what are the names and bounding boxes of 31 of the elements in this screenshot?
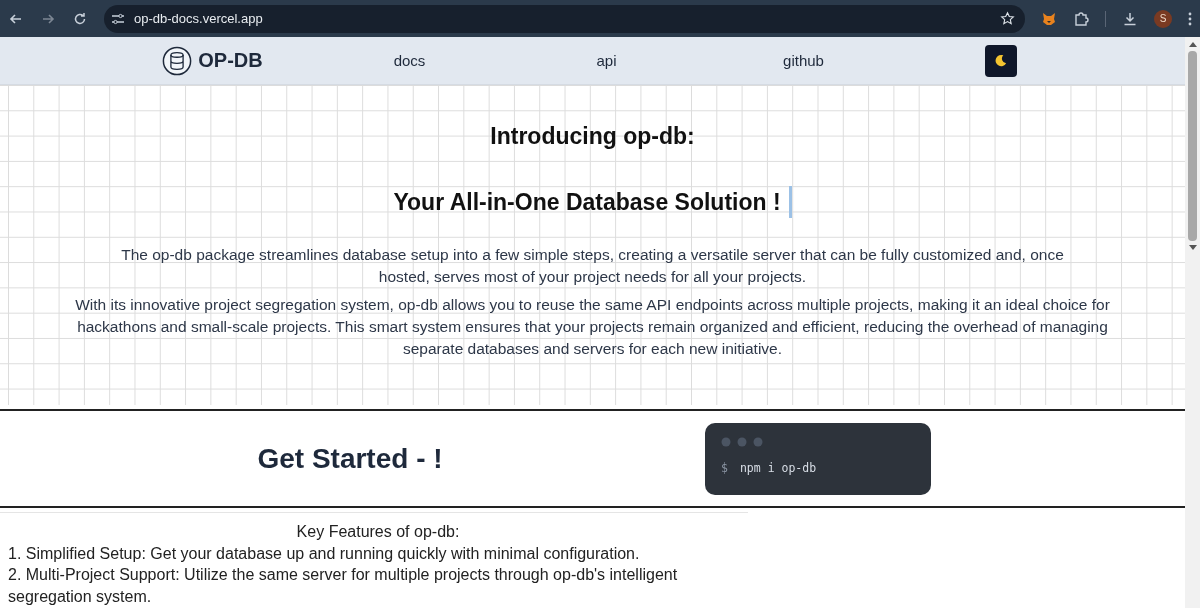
download-icon[interactable] bbox=[1122, 10, 1138, 27]
text-cursor bbox=[788, 186, 792, 218]
install-command: npm i op-db bbox=[739, 460, 817, 475]
theme-toggle-button[interactable] bbox=[984, 44, 1017, 77]
moon-icon bbox=[993, 53, 1008, 68]
scrollbar[interactable] bbox=[1185, 37, 1200, 608]
hero-subtitle: Your All-in-One Database Solution ! bbox=[393, 188, 781, 216]
url-text: op-db-docs.vercel.app bbox=[134, 11, 264, 26]
feature-item: 1. Simplified Setup: Get your database up and running quickly with minimal configuration. bbox=[8, 543, 641, 564]
address-bar[interactable]: op-db-docs.vercel.app bbox=[104, 4, 1025, 33]
feature-item: 2. Multi-Project Support: Utilize the same server for multiple projects through op-db's intelligent segregation system. bbox=[8, 565, 679, 607]
profile-avatar[interactable]: S bbox=[1154, 9, 1172, 28]
scrollbar-thumb[interactable] bbox=[1188, 51, 1197, 241]
intro-paragraph: The op-db package streamlines database setup into a few simple steps, creating a versatile server that can be fully customized and, once hosted, serves most of your project needs for all your projects. bbox=[120, 245, 1065, 287]
nav-link[interactable]: github bbox=[783, 52, 824, 69]
puzzle-icon[interactable] bbox=[1073, 10, 1089, 27]
nav-link[interactable]: docs bbox=[393, 52, 426, 69]
scroll-down-icon[interactable] bbox=[1188, 245, 1197, 251]
nav-link[interactable]: api bbox=[596, 52, 617, 69]
hero-title: Introducing op-db: bbox=[490, 123, 695, 150]
fox-extension-icon[interactable] bbox=[1041, 10, 1057, 27]
reload-icon[interactable] bbox=[72, 10, 88, 27]
shell-prompt: $ bbox=[721, 460, 728, 475]
star-icon[interactable] bbox=[1000, 11, 1015, 26]
scroll-up-icon[interactable] bbox=[1188, 41, 1197, 47]
database-logo-icon bbox=[162, 45, 193, 76]
logo-link[interactable]: OP-DB bbox=[162, 45, 263, 76]
intro-paragraph: With its innovative project segregation system, op-db allows you to reuse the same API endpoints across multiple projects, making it an ideal choice for hackathons and small-scale projects. This smart system ensures that your projects remain organized and efficient, reducing the overhead of managing separate databases and servers for each new initiative. bbox=[74, 295, 1111, 359]
menu-icon[interactable] bbox=[1188, 10, 1192, 27]
features-heading: Key Features of op-db: bbox=[295, 522, 461, 542]
get-started-heading: Get Started - ! bbox=[256, 442, 444, 475]
